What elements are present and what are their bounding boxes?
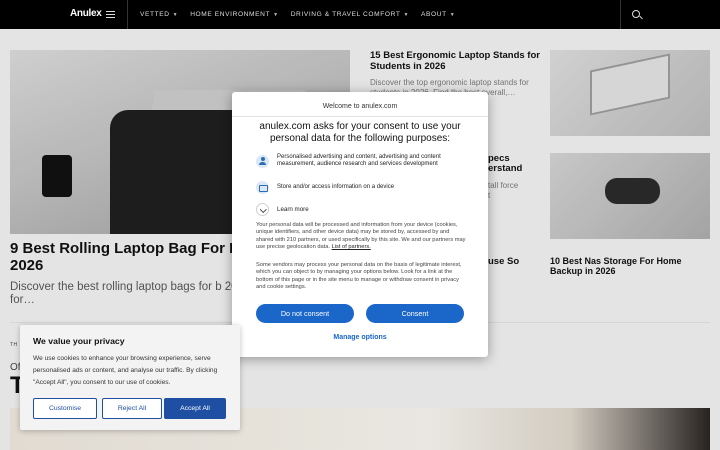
cookie-banner-title: We value your privacy: [33, 336, 125, 346]
do-not-consent-button[interactable]: Do not consent: [256, 304, 354, 323]
customise-button[interactable]: Customise: [33, 398, 97, 419]
chevron-down-icon: ▼: [403, 11, 410, 18]
header-divider: [127, 0, 128, 29]
purpose-item: Store and/or access information on a dev…: [256, 181, 466, 194]
chevron-down-icon: [256, 203, 269, 216]
nav-item-about[interactable]: ABOUT ▼: [421, 11, 455, 18]
partners-link[interactable]: List of partners.: [332, 244, 371, 250]
reject-all-button[interactable]: Reject All: [102, 398, 162, 419]
site-logo[interactable]: Anulex: [70, 8, 102, 19]
chevron-down-icon: ▼: [172, 11, 179, 18]
consent-button[interactable]: Consent: [366, 304, 464, 323]
nav-item-driving-travel[interactable]: DRIVING & TRAVEL COMFORT ▼: [291, 11, 409, 18]
dialog-site-title: Welcome to anulex.com: [322, 103, 398, 110]
nav-item-home-environment[interactable]: HOME ENVIRONMENT ▼: [190, 11, 279, 18]
search-icon[interactable]: [632, 10, 640, 18]
purpose-text: Store and/or access information on a dev…: [277, 183, 395, 190]
device-icon: [256, 181, 269, 194]
dialog-heading: anulex.com asks for your consent to use …: [259, 121, 461, 144]
dialog-body-text: Some vendors may process your personal d…: [256, 262, 462, 290]
accept-all-button[interactable]: Accept All: [164, 398, 226, 419]
chevron-down-icon: ▼: [273, 11, 279, 18]
header-divider: [620, 0, 621, 29]
consent-dialog: Welcome to anulex.com anulex.com asks fo…: [232, 92, 488, 357]
learn-more-toggle[interactable]: Learn more: [256, 203, 309, 216]
nav-item-vetted[interactable]: VETTED ▼: [140, 11, 178, 18]
learn-more-label: Learn more: [277, 206, 309, 213]
site-header: Anulex VETTED ▼ HOME ENVIRONMENT ▼ DRIVING…: [0, 0, 720, 29]
menu-icon[interactable]: [106, 11, 115, 18]
manage-options-link[interactable]: Manage options: [232, 334, 488, 341]
cookie-banner: We value your privacy We use cookies to …: [20, 325, 240, 430]
dialog-body-text: Your personal data will be processed and…: [256, 222, 466, 250]
chevron-down-icon: ▼: [449, 11, 456, 18]
purpose-item: Personalised advertising and content, ad…: [256, 154, 466, 169]
purpose-text: Personalised advertising and content, ad…: [277, 154, 441, 168]
main-nav: VETTED ▼ HOME ENVIRONMENT ▼ DRIVING & TRAV…: [140, 0, 455, 29]
person-icon: [256, 154, 269, 168]
cookie-banner-text: We use cookies to enhance your browsing …: [33, 355, 218, 386]
divider: [232, 116, 488, 117]
